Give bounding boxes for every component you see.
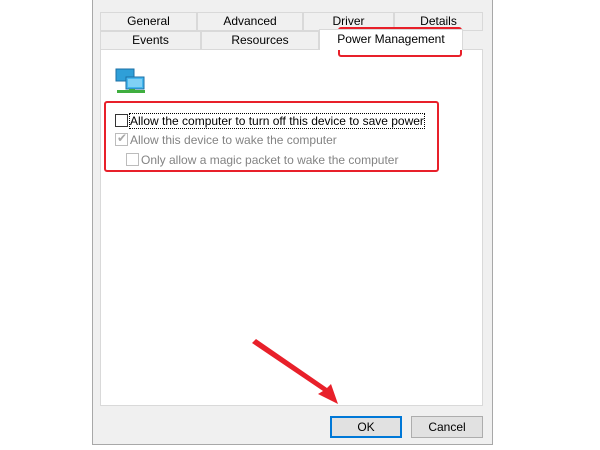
- cancel-button[interactable]: Cancel: [411, 416, 483, 438]
- red-arrow-annotation: [252, 339, 338, 404]
- ok-button[interactable]: OK: [330, 416, 402, 438]
- tab-power-management[interactable]: Power Management: [319, 29, 463, 50]
